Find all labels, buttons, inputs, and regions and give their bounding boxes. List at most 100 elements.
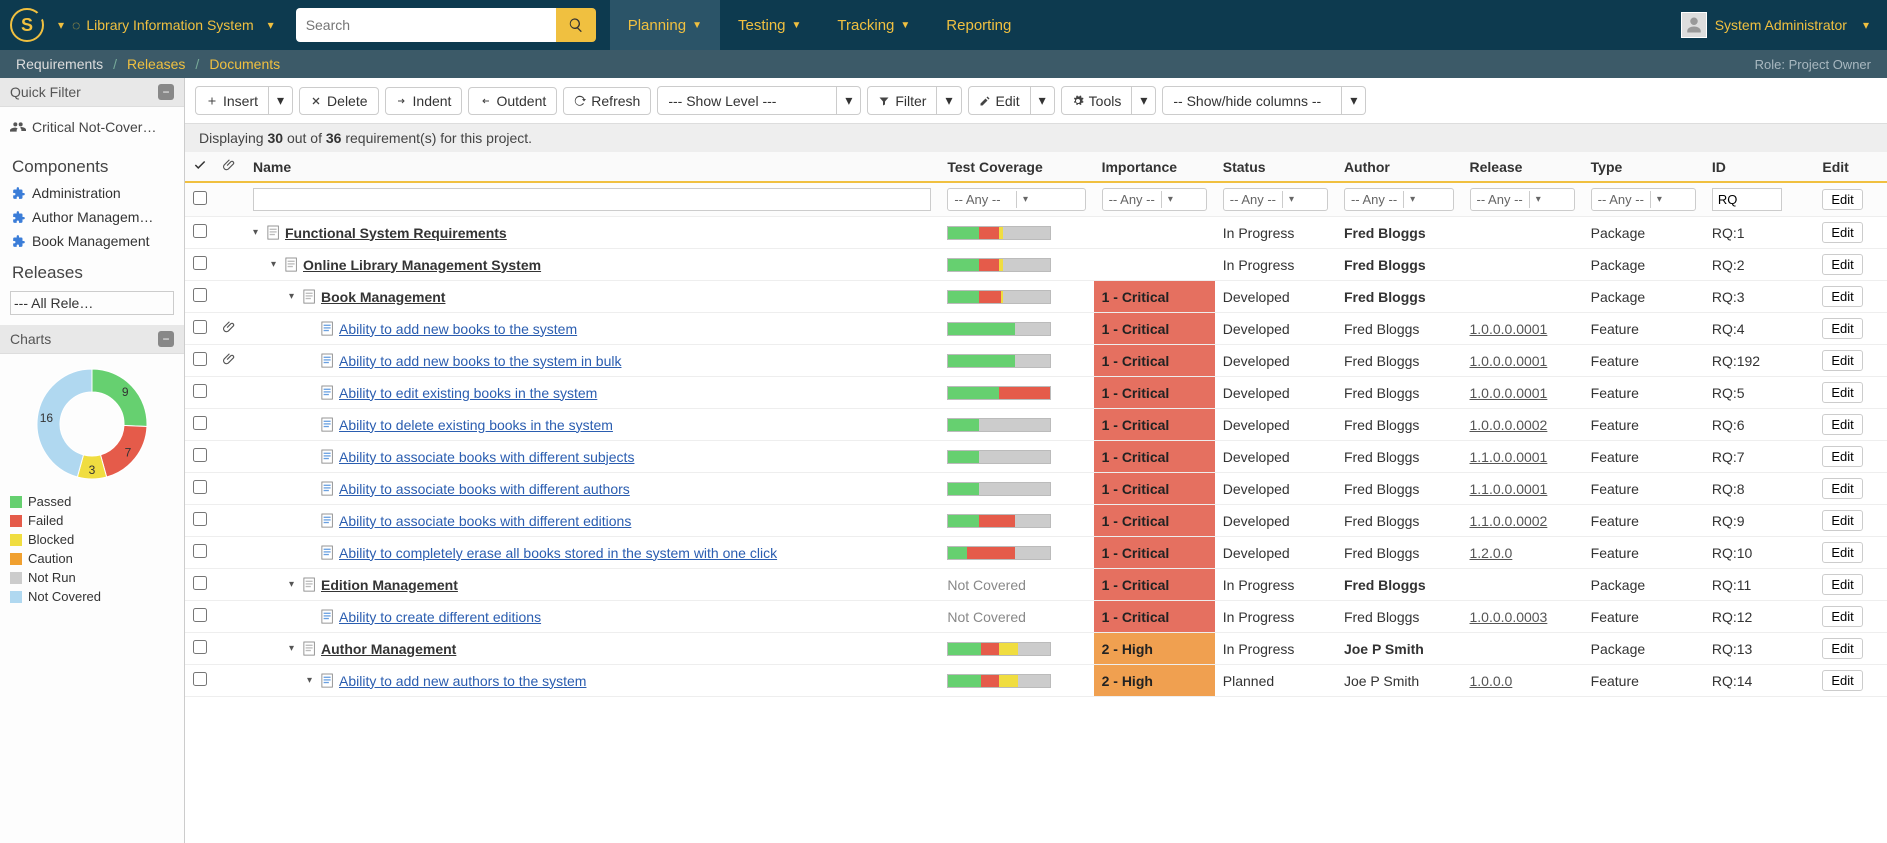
tools-button[interactable]: Tools: [1061, 86, 1133, 115]
release-link[interactable]: 1.0.0.0.0002: [1470, 417, 1548, 433]
release-link[interactable]: 1.0.0.0.0001: [1470, 321, 1548, 337]
importance-filter[interactable]: -- Any --▾: [1102, 188, 1207, 211]
collapse-icon[interactable]: −: [158, 84, 174, 100]
col-edit[interactable]: Edit: [1814, 152, 1887, 182]
row-checkbox[interactable]: [193, 640, 207, 654]
author-filter[interactable]: -- Any --▾: [1344, 188, 1454, 211]
refresh-button[interactable]: Refresh: [563, 87, 651, 115]
requirement-name-link[interactable]: Ability to associate books with differen…: [339, 513, 631, 529]
requirement-name-link[interactable]: Ability to associate books with differen…: [339, 481, 630, 497]
row-checkbox[interactable]: [193, 576, 207, 590]
outdent-button[interactable]: Outdent: [468, 87, 557, 115]
row-checkbox[interactable]: [193, 288, 207, 302]
requirement-name-link[interactable]: Author Management: [321, 641, 456, 657]
release-link[interactable]: 1.0.0.0.0001: [1470, 353, 1548, 369]
coverage-filter[interactable]: -- Any --▾: [947, 188, 1085, 211]
release-link[interactable]: 1.0.0.0: [1470, 673, 1513, 689]
search-input[interactable]: [296, 8, 556, 42]
col-coverage[interactable]: Test Coverage: [939, 152, 1093, 182]
type-filter[interactable]: -- Any --▾: [1591, 188, 1696, 211]
row-checkbox[interactable]: [193, 480, 207, 494]
nav-tab-tracking[interactable]: Tracking▼: [819, 0, 928, 50]
row-edit-button[interactable]: Edit: [1822, 510, 1862, 531]
row-edit-button[interactable]: Edit: [1822, 574, 1862, 595]
requirement-name-link[interactable]: Ability to completely erase all books st…: [339, 545, 777, 561]
release-filter[interactable]: -- Any --▾: [1470, 188, 1575, 211]
releases-dropdown[interactable]: --- All Rele…: [10, 291, 174, 315]
row-edit-button[interactable]: Edit: [1822, 606, 1862, 627]
row-edit-button[interactable]: Edit: [1822, 414, 1862, 435]
col-importance[interactable]: Importance: [1094, 152, 1215, 182]
component-item[interactable]: Administration: [0, 181, 184, 205]
nav-tab-planning[interactable]: Planning▼: [610, 0, 720, 50]
row-edit-button[interactable]: Edit: [1822, 254, 1862, 275]
row-edit-button[interactable]: Edit: [1822, 638, 1862, 659]
select-all-checkbox[interactable]: [193, 191, 207, 205]
name-filter-input[interactable]: [253, 188, 931, 211]
row-checkbox[interactable]: [193, 544, 207, 558]
subnav-link-requirements[interactable]: Requirements: [16, 56, 103, 72]
show-level-select[interactable]: --- Show Level ---: [657, 86, 837, 115]
row-expander[interactable]: ▾: [307, 675, 317, 686]
row-edit-button[interactable]: Edit: [1822, 318, 1862, 339]
component-item[interactable]: Book Management: [0, 229, 184, 253]
requirement-name-link[interactable]: Ability to edit existing books in the sy…: [339, 385, 597, 401]
row-expander[interactable]: ▾: [289, 643, 299, 654]
requirement-name-link[interactable]: Book Management: [321, 289, 445, 305]
columns-select[interactable]: -- Show/hide columns --: [1162, 86, 1342, 115]
row-checkbox[interactable]: [193, 384, 207, 398]
row-expander[interactable]: ▾: [271, 259, 281, 270]
show-level-caret[interactable]: ▾: [837, 86, 861, 115]
row-edit-button[interactable]: Edit: [1822, 286, 1862, 307]
requirement-name-link[interactable]: Ability to add new books to the system: [339, 321, 577, 337]
filter-button[interactable]: Filter: [867, 86, 937, 115]
row-edit-button[interactable]: Edit: [1822, 382, 1862, 403]
release-link[interactable]: 1.2.0.0: [1470, 545, 1513, 561]
app-menu-chevron[interactable]: ▾: [58, 18, 64, 32]
subnav-link-documents[interactable]: Documents: [209, 56, 280, 72]
col-author[interactable]: Author: [1336, 152, 1462, 182]
row-edit-button[interactable]: Edit: [1822, 350, 1862, 371]
row-expander[interactable]: ▾: [253, 227, 263, 238]
requirement-name-link[interactable]: Ability to delete existing books in the …: [339, 417, 613, 433]
requirement-name-link[interactable]: Edition Management: [321, 577, 458, 593]
quick-filter-item[interactable]: Critical Not-Cover…: [10, 115, 174, 139]
row-checkbox[interactable]: [193, 416, 207, 430]
col-release[interactable]: Release: [1462, 152, 1583, 182]
requirement-name-link[interactable]: Online Library Management System: [303, 257, 541, 273]
row-edit-button[interactable]: Edit: [1822, 478, 1862, 499]
release-link[interactable]: 1.1.0.0.0001: [1470, 481, 1548, 497]
row-checkbox[interactable]: [193, 352, 207, 366]
status-filter[interactable]: -- Any --▾: [1223, 188, 1328, 211]
release-link[interactable]: 1.1.0.0.0001: [1470, 449, 1548, 465]
col-status[interactable]: Status: [1215, 152, 1336, 182]
requirement-name-link[interactable]: Ability to add new books to the system i…: [339, 353, 621, 369]
delete-button[interactable]: Delete: [299, 87, 378, 115]
collapse-icon[interactable]: −: [158, 331, 174, 347]
row-edit-button[interactable]: Edit: [1822, 222, 1862, 243]
release-link[interactable]: 1.0.0.0.0003: [1470, 609, 1548, 625]
row-checkbox[interactable]: [193, 608, 207, 622]
filter-menu[interactable]: ▾: [937, 86, 961, 115]
requirement-name-link[interactable]: Functional System Requirements: [285, 225, 507, 241]
row-edit-button[interactable]: Edit: [1822, 670, 1862, 691]
row-edit-button[interactable]: Edit: [1822, 542, 1862, 563]
nav-tab-testing[interactable]: Testing▼: [720, 0, 819, 50]
nav-tab-reporting[interactable]: Reporting: [928, 0, 1029, 50]
insert-menu[interactable]: ▾: [269, 86, 293, 115]
search-button[interactable]: [556, 8, 596, 42]
row-expander[interactable]: ▾: [289, 579, 299, 590]
component-item[interactable]: Author Managem…: [0, 205, 184, 229]
row-checkbox[interactable]: [193, 512, 207, 526]
col-name[interactable]: Name: [245, 152, 939, 182]
col-id[interactable]: ID: [1704, 152, 1815, 182]
columns-caret[interactable]: ▾: [1342, 86, 1366, 115]
row-checkbox[interactable]: [193, 672, 207, 686]
id-filter-input[interactable]: [1712, 188, 1782, 211]
edit-menu[interactable]: ▾: [1031, 86, 1055, 115]
app-logo[interactable]: S: [10, 8, 44, 42]
subnav-link-releases[interactable]: Releases: [127, 56, 185, 72]
filter-edit-button[interactable]: Edit: [1822, 189, 1862, 210]
requirement-name-link[interactable]: Ability to create different editions: [339, 609, 541, 625]
row-checkbox[interactable]: [193, 224, 207, 238]
